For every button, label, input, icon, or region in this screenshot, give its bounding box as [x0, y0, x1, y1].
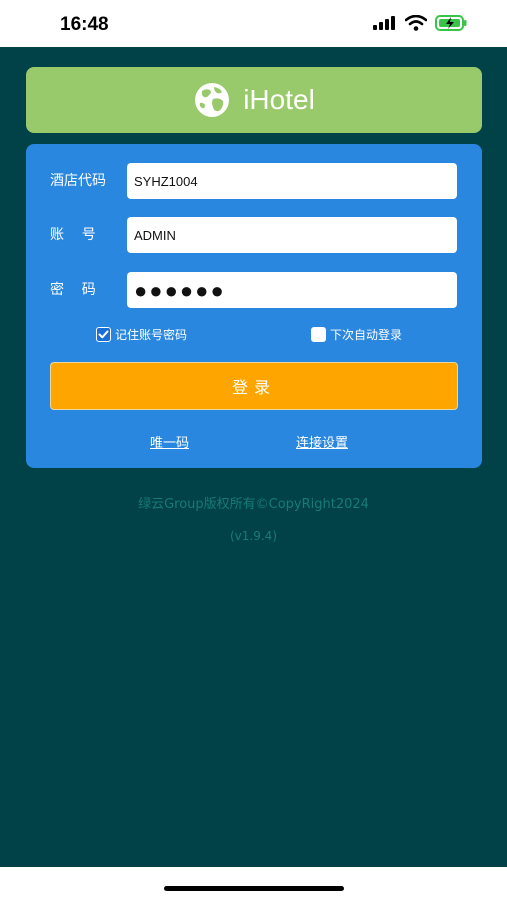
password-input[interactable]	[127, 272, 457, 308]
globe-icon	[195, 83, 230, 117]
login-screen: iHotel 酒店代码 账 号 密 码 记住账号密码 下次自动登	[0, 47, 507, 867]
battery-charging-icon	[435, 15, 467, 31]
account-label: 账 号	[50, 227, 96, 243]
login-card: 酒店代码 账 号 密 码 记住账号密码 下次自动登录 登录 唯一码	[26, 144, 482, 468]
password-label: 密 码	[50, 282, 96, 298]
status-icons	[373, 15, 467, 31]
signal-icon	[373, 16, 395, 30]
version-text: (v1.9.4)	[230, 529, 277, 543]
auto-login-checkbox[interactable]: 下次自动登录	[311, 326, 402, 343]
checkbox-unchecked-icon	[311, 327, 326, 342]
hotel-code-input[interactable]	[127, 163, 457, 199]
login-button[interactable]: 登录	[50, 362, 458, 410]
auto-login-label: 下次自动登录	[330, 328, 403, 342]
account-row: 账 号	[50, 217, 458, 253]
hotel-code-row: 酒店代码	[50, 163, 458, 199]
app-banner: iHotel	[26, 67, 482, 133]
remember-checkbox[interactable]: 记住账号密码	[96, 326, 187, 343]
app-title: iHotel	[243, 84, 315, 115]
account-input[interactable]	[127, 217, 457, 253]
remember-label: 记住账号密码	[115, 328, 188, 342]
home-indicator[interactable]	[164, 886, 344, 891]
status-bar: 16:48	[0, 0, 507, 47]
copyright-text: 绿云Group版权所有©CopyRight2024	[138, 497, 369, 512]
wifi-icon	[405, 15, 427, 31]
connection-settings-link[interactable]: 连接设置	[296, 432, 348, 451]
unique-code-link[interactable]: 唯一码	[150, 432, 189, 451]
checkbox-checked-icon	[96, 327, 111, 342]
options-row: 记住账号密码 下次自动登录	[96, 326, 426, 346]
hotel-code-label: 酒店代码	[50, 173, 106, 189]
password-row: 密 码	[50, 272, 458, 308]
status-time: 16:48	[60, 14, 109, 35]
